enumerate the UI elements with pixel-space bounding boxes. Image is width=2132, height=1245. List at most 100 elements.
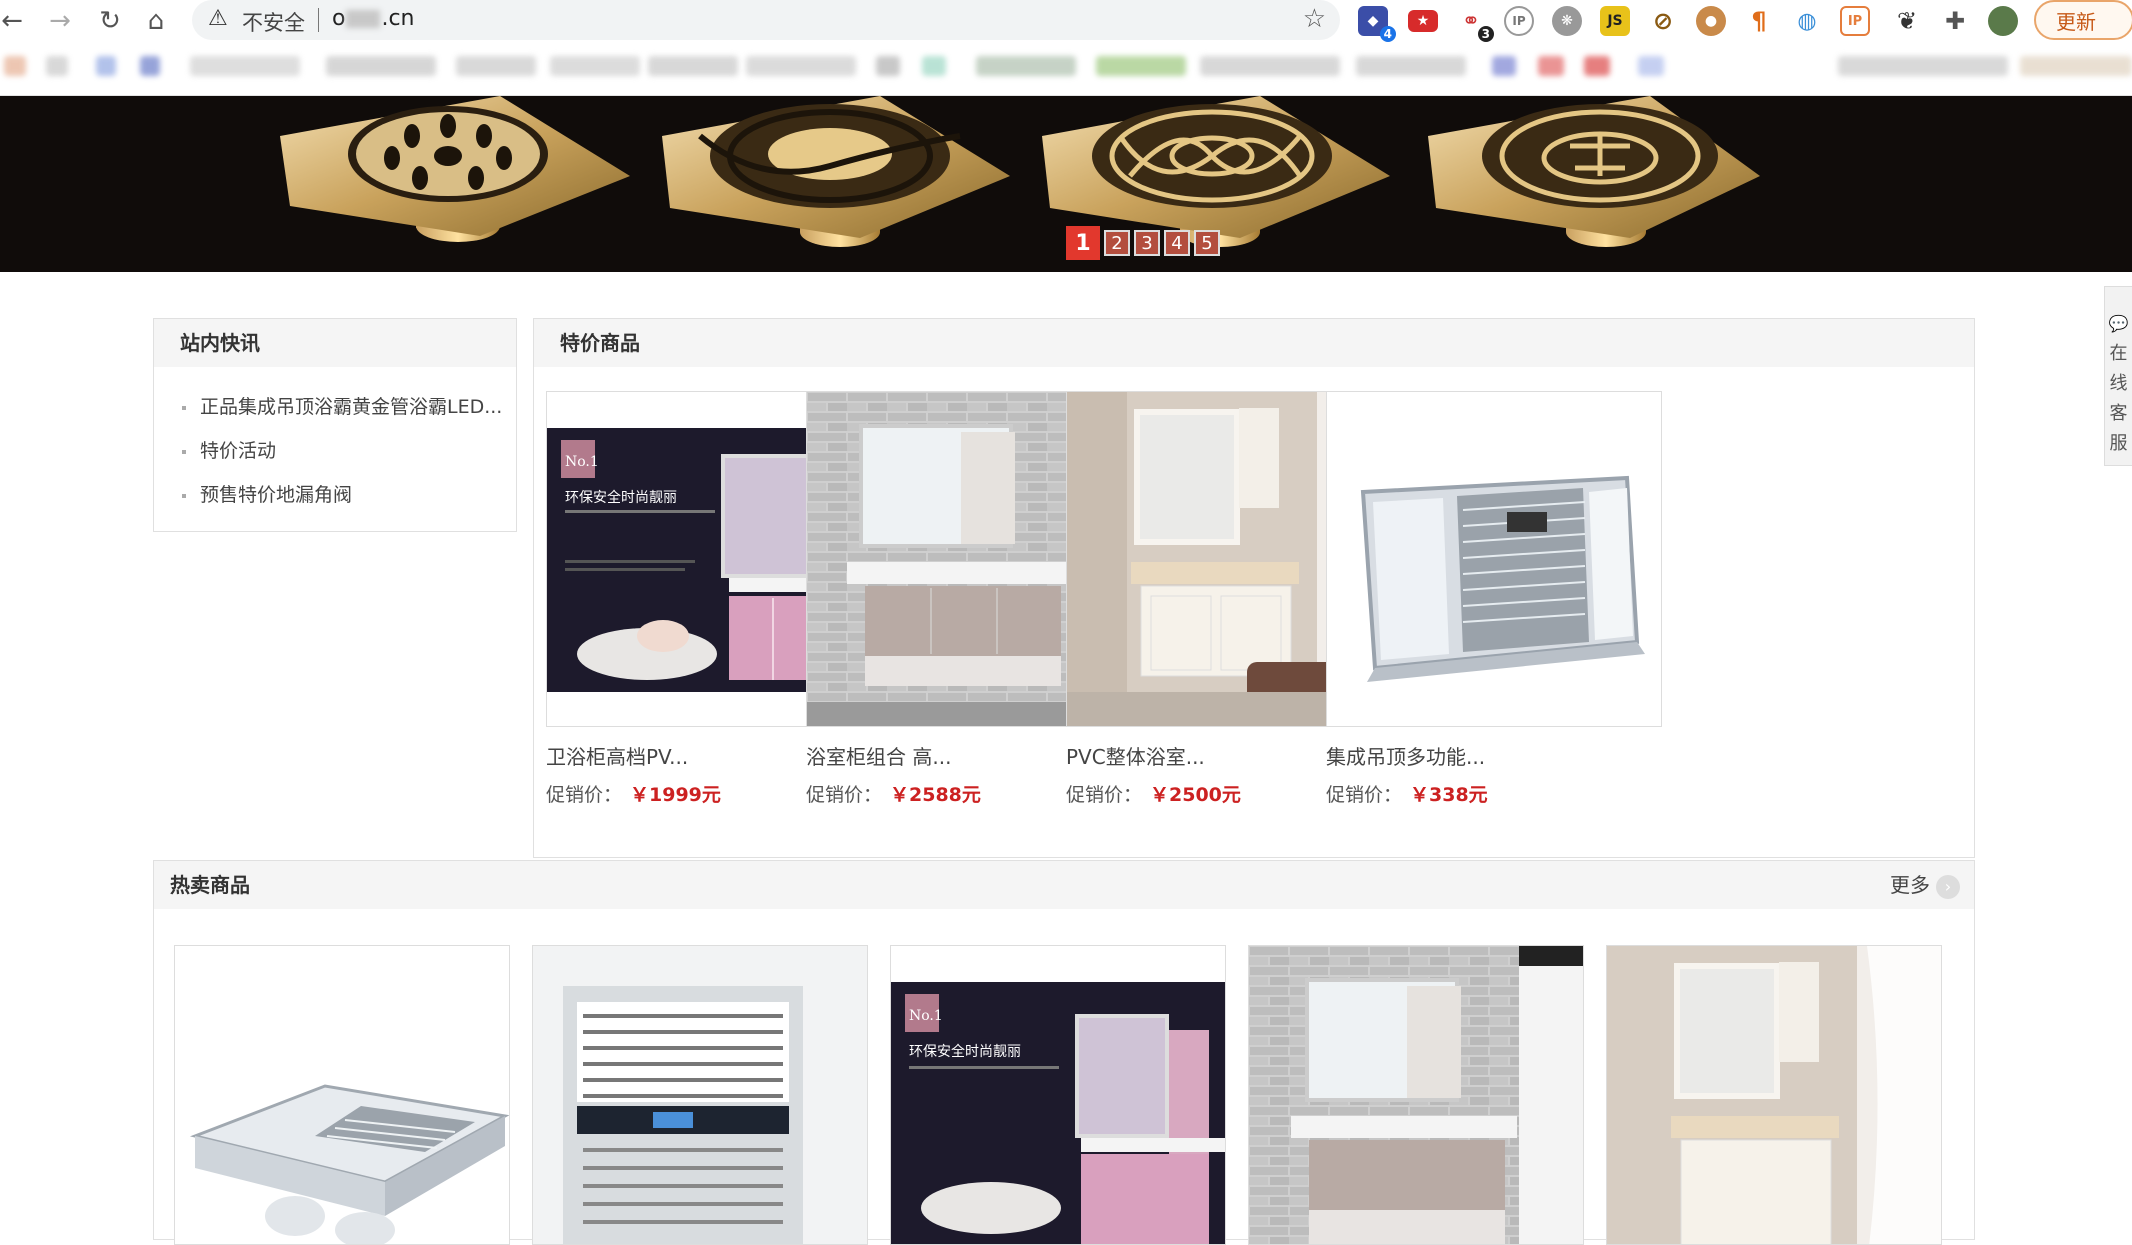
special-offers-title: 特价商品	[534, 319, 1974, 367]
online-service-tab[interactable]: 💬 在 线 客 服	[2104, 286, 2132, 466]
ad-headline: 环保安全时尚靓丽	[909, 1043, 1021, 1060]
site-news-box: 站内快讯 正品集成吊顶浴霸黄金管浴霸LED... 特价活动 预售特价地漏角阀	[153, 318, 517, 532]
price-value: ￥2500元	[1150, 784, 1241, 806]
ad-headline: 环保安全时尚靓丽	[565, 489, 677, 506]
carousel-dot-5[interactable]: 5	[1194, 230, 1220, 256]
warning-triangle-icon: ⚠	[208, 6, 228, 31]
bookmark-item[interactable]	[96, 56, 116, 76]
forward-arrow-icon[interactable]: →	[40, 4, 80, 38]
hot-product-card[interactable]	[174, 945, 510, 1245]
extension-globe-icon[interactable]: ◍	[1792, 6, 1822, 36]
browser-chrome: ← → ↻ ⌂ ⚠ 不安全 o .cn ☆ ◆ 4 ★ ⚭ 3 IP ❋ JS ⊘ ●…	[0, 0, 2132, 96]
extension-link-icon[interactable]: ⚭ 3	[1456, 6, 1494, 42]
service-char: 客	[2109, 403, 2128, 424]
pink-bathroom-cabinet-image: No.1 环保安全时尚靓丽	[891, 946, 1225, 1244]
service-char: 服	[2109, 433, 2128, 454]
bookmark-item[interactable]	[876, 56, 900, 76]
price-value: ￥2588元	[890, 784, 981, 806]
price-label: 促销价：	[806, 784, 883, 806]
service-char: 在	[2109, 343, 2128, 364]
bookmark-item[interactable]	[550, 56, 640, 76]
carousel-dot-2[interactable]: 2	[1104, 230, 1130, 256]
home-icon[interactable]: ⌂	[136, 4, 176, 38]
carousel-dot-4[interactable]: 4	[1164, 230, 1190, 256]
bookmark-item[interactable]	[1584, 56, 1610, 76]
extension-flag-icon[interactable]: ★	[1408, 10, 1438, 32]
price-value: ￥1999元	[630, 784, 721, 806]
address-bar[interactable]: ⚠ 不安全 o .cn ☆	[192, 0, 1340, 40]
bookmark-item[interactable]	[46, 56, 68, 76]
extension-ip-orange-icon[interactable]: IP	[1840, 6, 1870, 36]
news-item[interactable]: 正品集成吊顶浴霸黄金管浴霸LED...	[180, 385, 516, 429]
banner-carousel[interactable]: 1 2 3 4 5	[0, 96, 2132, 272]
extension-paragraph-icon[interactable]: ¶	[1744, 6, 1774, 36]
security-label: 不安全	[242, 11, 305, 35]
bookmark-item[interactable]	[190, 56, 300, 76]
news-item[interactable]: 预售特价地漏角阀	[180, 473, 516, 517]
back-arrow-icon[interactable]: ←	[0, 4, 32, 38]
bookmark-item[interactable]	[1838, 56, 2008, 76]
more-link[interactable]: 更多 ›	[1890, 861, 1960, 909]
update-button[interactable]: 更新	[2034, 0, 2132, 40]
price-label: 促销价：	[1066, 784, 1143, 806]
service-char: 线	[2109, 373, 2128, 394]
bookmark-item[interactable]	[648, 56, 738, 76]
bookmark-item[interactable]	[2020, 56, 2132, 76]
price-value: ￥338元	[1410, 784, 1488, 806]
hot-products-box: 热卖商品 更多 › No.1 环保安全时尚靓丽	[153, 860, 1975, 1245]
extension-block-icon[interactable]: ⊘	[1648, 6, 1678, 36]
hot-product-card[interactable]	[1248, 945, 1584, 1245]
extension-ip-icon[interactable]: IP	[1504, 6, 1534, 36]
bookmark-item[interactable]	[922, 56, 946, 76]
carousel-dot-1[interactable]: 1	[1066, 226, 1100, 260]
chevron-right-icon: ›	[1936, 875, 1960, 899]
bookmark-item[interactable]	[1096, 56, 1186, 76]
product-name[interactable]: 集成吊顶多功能...	[1326, 741, 1662, 770]
ceiling-heater-unit-image	[1327, 392, 1661, 726]
url-blur	[346, 10, 381, 28]
url-text[interactable]: o .cn	[332, 6, 415, 31]
bookmark-item[interactable]	[746, 56, 856, 76]
product-image[interactable]	[1326, 391, 1662, 727]
address-separator	[318, 8, 319, 32]
site-news-title: 站内快讯	[154, 319, 516, 367]
ad-badge: No.1	[565, 454, 599, 470]
extension-cube-icon[interactable]: ◆ 4	[1358, 6, 1396, 42]
profile-avatar[interactable]	[1988, 6, 2018, 36]
product-card[interactable]: 集成吊顶多功能... 促销价： ￥338元	[1326, 391, 1662, 807]
ad-badge: No.1	[909, 1008, 943, 1024]
bookmark-item[interactable]	[1200, 56, 1340, 76]
bookmark-star-icon[interactable]: ☆	[1303, 4, 1326, 34]
bookmark-item[interactable]	[1356, 56, 1466, 76]
more-label: 更多	[1890, 873, 1930, 897]
hot-products-header: 热卖商品 更多 ›	[154, 861, 1974, 909]
extension-evernote-icon[interactable]: ❦	[1892, 6, 1922, 36]
news-item[interactable]: 特价活动	[180, 429, 516, 473]
extensions-puzzle-icon[interactable]: ✚	[1940, 6, 1970, 36]
bookmark-item[interactable]	[4, 56, 26, 76]
brick-wall-bathroom-cabinet-image	[1249, 946, 1583, 1244]
update-label: 更新	[2056, 9, 2096, 34]
product-price: 促销价： ￥338元	[1326, 780, 1662, 807]
ceiling-ventilation-grille-image	[533, 946, 867, 1244]
page-content: 1 2 3 4 5 站内快讯 正品集成吊顶浴霸黄金管浴霸LED... 特价活动 …	[0, 96, 2132, 1245]
hot-product-card[interactable]	[1606, 945, 1942, 1245]
hot-product-card[interactable]: No.1 环保安全时尚靓丽	[890, 945, 1226, 1245]
special-offers-box: 特价商品 No.1 环保安全时尚靓丽 卫浴柜高档PV... 促销价： ￥1999…	[533, 318, 1975, 858]
news-list: 正品集成吊顶浴霸黄金管浴霸LED... 特价活动 预售特价地漏角阀	[154, 367, 516, 517]
bookmarks-bar	[0, 52, 2132, 82]
bookmark-item[interactable]	[456, 56, 536, 76]
extension-gear-icon[interactable]: ❋	[1552, 6, 1582, 36]
carousel-dot-3[interactable]: 3	[1134, 230, 1160, 256]
bookmark-item[interactable]	[1538, 56, 1564, 76]
bookmark-item[interactable]	[1638, 56, 1664, 76]
bookmark-item[interactable]	[326, 56, 436, 76]
price-label: 促销价：	[546, 784, 623, 806]
bookmark-item[interactable]	[976, 56, 1076, 76]
extension-js-icon[interactable]: JS	[1600, 6, 1630, 36]
bookmark-item[interactable]	[1492, 56, 1516, 76]
extension-cookie-icon[interactable]: ●	[1696, 6, 1726, 36]
hot-product-card[interactable]	[532, 945, 868, 1245]
bookmark-item[interactable]	[140, 56, 160, 76]
reload-icon[interactable]: ↻	[90, 4, 130, 38]
